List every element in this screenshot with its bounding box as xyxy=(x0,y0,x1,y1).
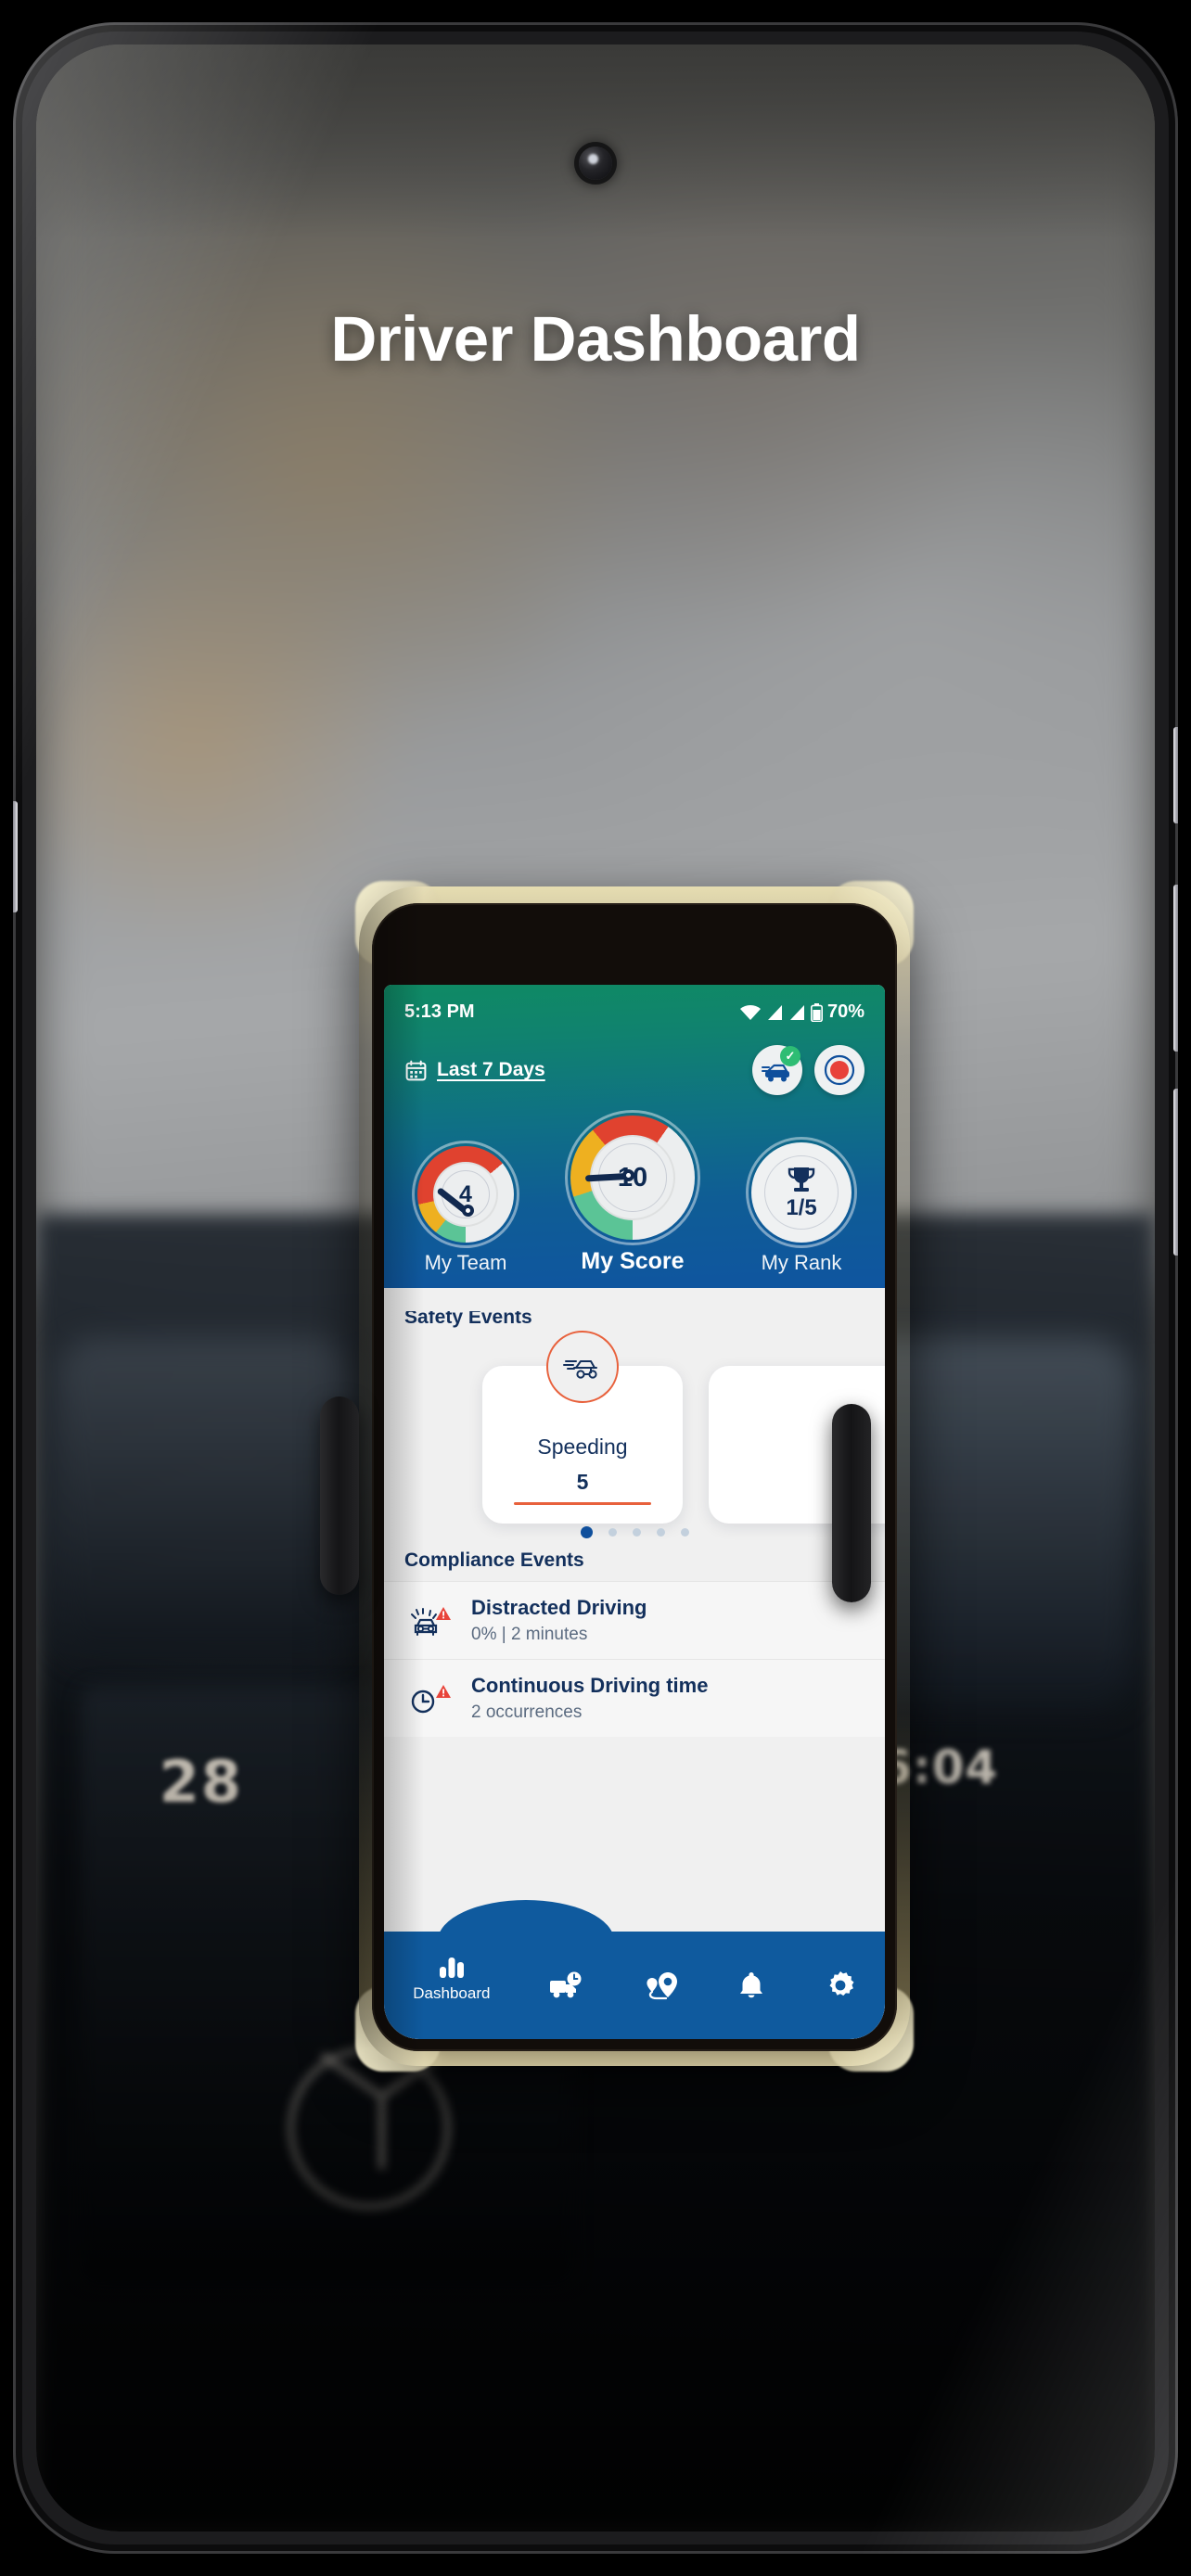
safety-event-card[interactable]: Speeding 5 xyxy=(482,1331,683,1524)
driver-app: 5:13 PM 70% Last 7 Days ✓ 4 My Team My S… xyxy=(384,985,885,2039)
nav-active-hump xyxy=(438,1900,614,1941)
mounted-phone: 5:13 PM 70% Last 7 Days ✓ 4 My Team My S… xyxy=(355,881,914,2072)
status-bar-indicators: 70% xyxy=(739,1001,864,1023)
gauge-my-team[interactable]: 4 My Team xyxy=(412,1141,519,1275)
app-body: Safety Events Speeding 5 Compliance Even… xyxy=(384,1288,885,2039)
phone-mount-arm-right xyxy=(832,1404,871,1602)
safety-events-carousel[interactable]: Speeding 5 xyxy=(384,1331,885,1538)
gauge-ring: 4 xyxy=(412,1141,519,1248)
gauge-my-score[interactable]: 10 My Score xyxy=(565,1110,700,1275)
signal-bars-icon xyxy=(767,1004,782,1020)
compliance-events-title: Compliance Events xyxy=(404,1549,584,1571)
carousel-pagination[interactable] xyxy=(384,1526,885,1538)
status-bar: 5:13 PM 70% xyxy=(404,1001,864,1023)
pagination-dot[interactable] xyxy=(580,1526,593,1538)
photo-top-shadow xyxy=(36,45,1155,239)
safety-event-underline xyxy=(514,1502,651,1505)
bar-chart-icon xyxy=(439,1957,464,1978)
nav-item-settings[interactable] xyxy=(825,1970,856,2001)
trophy-icon xyxy=(788,1167,815,1192)
app-header: 5:13 PM 70% Last 7 Days ✓ 4 My Team My S… xyxy=(384,985,885,1288)
page-title: Driver Dashboard xyxy=(330,303,861,375)
gauge-label: My Score xyxy=(581,1248,685,1274)
nav-label-dashboard: Dashboard xyxy=(413,1983,491,2002)
compliance-row-subtitle: 2 occurrences xyxy=(471,1702,583,1722)
battery-icon xyxy=(810,1002,823,1022)
device-button-side-left[interactable] xyxy=(13,801,18,912)
bell-icon xyxy=(740,1972,763,1998)
device-button-volume-down[interactable] xyxy=(1173,1089,1178,1256)
compliance-row-text: Distracted Driving 0% | 2 minutes xyxy=(471,1596,647,1645)
record-dot-icon xyxy=(824,1054,855,1086)
pagination-dot[interactable] xyxy=(632,1528,641,1537)
distracted-driving-icon xyxy=(404,1600,456,1642)
battery-percent-label: 70% xyxy=(826,1001,864,1022)
photo-air-vent-left xyxy=(58,1337,350,1662)
nav-item-notifications[interactable] xyxy=(736,1970,766,2001)
compliance-row-text: Continuous Driving time 2 occurrences xyxy=(471,1674,708,1723)
truck-clock-icon xyxy=(550,1971,582,1998)
signal-bars-icon xyxy=(789,1004,804,1020)
nav-item-trips[interactable] xyxy=(548,1970,585,2000)
bottom-navigation: Dashboard xyxy=(384,1900,885,2039)
phone-mount-arm-left xyxy=(320,1396,359,1595)
status-bar-time: 5:13 PM xyxy=(404,1001,475,1022)
record-trip-button[interactable] xyxy=(814,1045,864,1095)
device-button-volume-up[interactable] xyxy=(1173,885,1178,1052)
safety-event-name: Speeding xyxy=(537,1435,628,1459)
route-pin-icon xyxy=(646,1972,677,2000)
safety-event-value: 5 xyxy=(576,1470,589,1494)
clock-driving-icon xyxy=(404,1677,456,1720)
check-badge-icon: ✓ xyxy=(780,1046,800,1066)
compliance-row-subtitle: 0% | 2 minutes xyxy=(471,1625,588,1644)
speeding-car-icon xyxy=(546,1331,619,1403)
calendar-icon xyxy=(405,1060,427,1080)
device-screen: 28 16:04 Driver Dashboard xyxy=(36,45,1155,2531)
nav-item-dashboard[interactable]: Dashboard xyxy=(413,1952,490,2003)
gear-icon xyxy=(829,1971,854,1996)
compliance-row-title: Distracted Driving xyxy=(471,1596,647,1619)
device-frame: 28 16:04 Driver Dashboard xyxy=(13,22,1178,2554)
rank-value: 1/5 xyxy=(786,1194,817,1220)
pagination-dot[interactable] xyxy=(608,1528,617,1537)
pagination-dot[interactable] xyxy=(680,1528,689,1537)
header-controls-row: Last 7 Days ✓ xyxy=(404,1045,864,1095)
rank-content: 1/5 xyxy=(786,1165,817,1221)
phone-bezel: 5:13 PM 70% Last 7 Days ✓ 4 My Team My S… xyxy=(372,903,897,2051)
gauge-label: My Rank xyxy=(761,1251,842,1274)
score-gauges: 4 My Team My Score 1/5 My Rank xyxy=(404,1095,864,1288)
front-camera-glint xyxy=(588,154,598,164)
nav-item-routes[interactable] xyxy=(644,1970,679,2001)
device-button-power[interactable] xyxy=(1173,727,1178,823)
rank-ring: 1/5 xyxy=(746,1137,857,1248)
compliance-row-continuous-driving[interactable]: Continuous Driving time 2 occurrences xyxy=(384,1659,885,1737)
date-range-label: Last 7 Days xyxy=(437,1059,545,1080)
wifi-icon xyxy=(739,1004,761,1020)
compliance-row-title: Continuous Driving time xyxy=(471,1674,709,1697)
gauge-ring: 10 xyxy=(565,1110,700,1245)
compliance-row-distracted-driving[interactable]: Distracted Driving 0% | 2 minutes xyxy=(384,1581,885,1659)
gauge-label: My Team xyxy=(424,1251,507,1274)
header-actions: ✓ xyxy=(752,1045,864,1095)
gauge-my-rank[interactable]: 1/5 My Rank xyxy=(746,1137,857,1275)
pagination-dot[interactable] xyxy=(656,1528,665,1537)
gauge-needle-pin xyxy=(622,1169,634,1181)
gauge-needle-pin xyxy=(462,1205,474,1217)
date-range-selector[interactable]: Last 7 Days xyxy=(404,1059,545,1082)
vehicle-status-button[interactable]: ✓ xyxy=(752,1045,802,1095)
